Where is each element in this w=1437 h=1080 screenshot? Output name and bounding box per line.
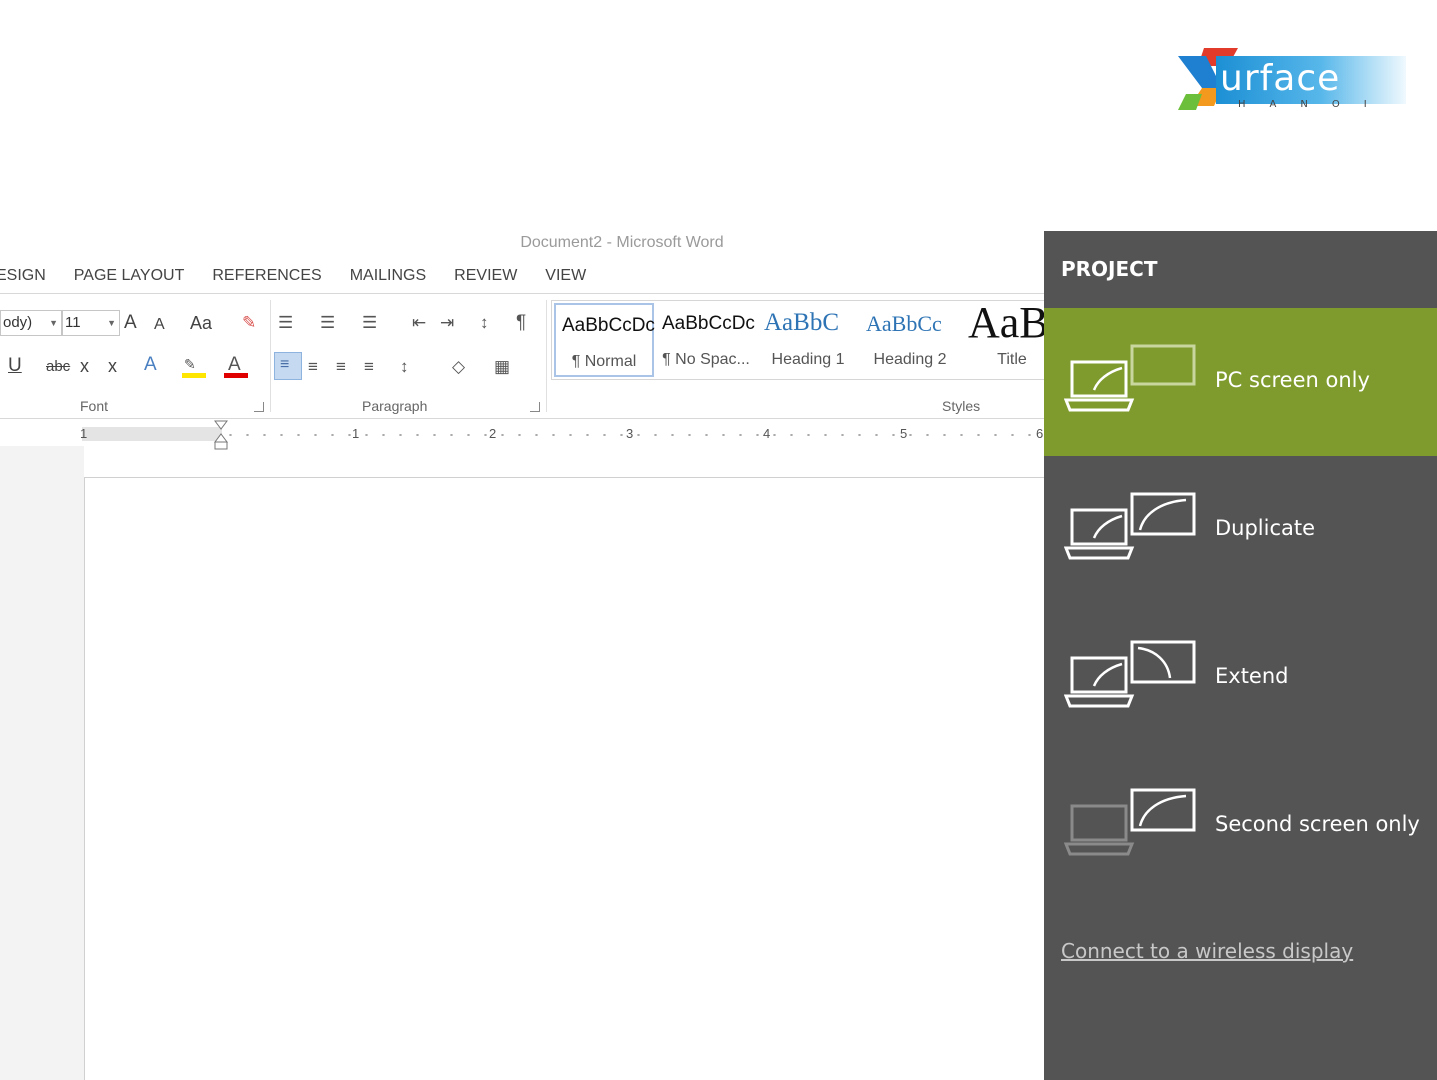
document-page[interactable] [84, 477, 1044, 1080]
option-extend[interactable]: Extend [1044, 604, 1437, 752]
multilevel-list-icon[interactable]: ☰ [362, 313, 377, 333]
strikethrough-button[interactable]: abc [46, 357, 70, 377]
tab-view[interactable]: VIEW [531, 264, 600, 288]
screenshot-stage: urface HANOI Document2 - Microsoft Word … [0, 0, 1437, 1080]
highlight-swatch [182, 373, 206, 378]
shading-icon[interactable]: ◇ [452, 357, 465, 377]
tab-references[interactable]: REFERENCES [198, 264, 335, 288]
style-title[interactable]: AaB Title [962, 298, 1044, 377]
tab-review[interactable]: REVIEW [440, 264, 531, 288]
highlighter-icon: ✎ [184, 356, 196, 372]
option-label: Second screen only [1215, 812, 1420, 836]
logo-text: urface [1220, 58, 1341, 99]
chevron-down-icon: ▼ [49, 318, 58, 328]
horizontal-ruler[interactable]: 1 1 2 3 4 5 6 [0, 420, 1044, 450]
numbering-icon[interactable]: ☰ [320, 313, 335, 333]
style-sample: AaBbCcDc [662, 313, 755, 334]
second-screen-only-icon [1064, 788, 1196, 856]
ruler-mark: 5 [900, 426, 908, 441]
font-dialog-launcher[interactable] [254, 402, 264, 412]
font-group-label: Font [80, 398, 109, 414]
option-label: Extend [1215, 664, 1289, 688]
font-color-button[interactable]: A [224, 354, 248, 378]
ruler-margin-strip [82, 427, 222, 441]
duplicate-icon [1064, 492, 1196, 560]
font-size-value: 11 [65, 314, 81, 331]
style-normal[interactable]: AaBbCcDc ¶ Normal [554, 303, 655, 377]
align-left-button[interactable]: ≡ [274, 352, 302, 380]
font-size-combo[interactable]: 11 ▼ [62, 310, 120, 336]
font-color-swatch [224, 373, 248, 378]
underline-button[interactable]: U [8, 356, 22, 376]
ruler-mark: 1 [80, 426, 88, 441]
align-right-icon[interactable]: ≡ [336, 357, 346, 377]
styles-gallery: AaBbCcDc ¶ Normal AaBbCcDc ¶ No Spac... … [551, 298, 1044, 380]
line-spacing-icon[interactable]: ↕ [400, 357, 409, 377]
word-window: Document2 - Microsoft Word ESIGN PAGE LA… [0, 230, 1044, 1080]
style-name: Title [997, 351, 1027, 368]
style-sample: AaBbCcDc [562, 315, 655, 336]
extend-icon [1064, 640, 1196, 708]
align-center-icon[interactable]: ≡ [308, 357, 318, 377]
option-label: PC screen only [1215, 368, 1370, 392]
ruler-mark: 3 [626, 426, 634, 441]
clear-formatting-icon[interactable]: ✎ [242, 313, 256, 333]
text-effects-icon[interactable]: A [144, 355, 157, 375]
option-second-screen-only[interactable]: Second screen only [1044, 752, 1437, 900]
chevron-down-icon: ▼ [107, 318, 116, 328]
sort-icon[interactable]: ↕ [480, 313, 489, 333]
increase-indent-icon[interactable]: ⇥ [440, 313, 454, 333]
pc-screen-only-icon [1064, 344, 1196, 412]
style-name: Heading 1 [771, 351, 845, 368]
change-case-button[interactable]: Aa [190, 313, 212, 333]
bullets-icon[interactable]: ☰ [278, 313, 293, 333]
style-name: ¶ No Spac... [662, 351, 750, 368]
style-no-spacing[interactable]: AaBbCcDc ¶ No Spac... [656, 303, 756, 377]
ruler-mark: 6 [1036, 426, 1044, 441]
tab-mailings[interactable]: MAILINGS [336, 264, 440, 288]
style-sample: AaBbCc [866, 311, 942, 336]
styles-group-label: Styles [942, 398, 981, 414]
font-name-combo[interactable]: ody) ▼ [0, 310, 62, 336]
grow-font-button[interactable]: A [124, 313, 137, 333]
style-sample: AaB [968, 298, 1044, 347]
surface-hanoi-logo: urface HANOI [1176, 44, 1408, 116]
style-name: ¶ Normal [571, 353, 637, 370]
style-name: Heading 2 [873, 351, 947, 368]
logo-subtext: HANOI [1238, 99, 1391, 110]
indent-marker-icon[interactable] [214, 420, 228, 450]
font-name-value: ody) [3, 314, 33, 331]
tab-page-layout[interactable]: PAGE LAYOUT [60, 264, 199, 288]
group-divider [270, 300, 271, 412]
option-label: Duplicate [1215, 516, 1316, 540]
option-duplicate[interactable]: Duplicate [1044, 456, 1437, 604]
option-pc-screen-only[interactable]: PC screen only [1044, 308, 1437, 456]
justify-icon[interactable]: ≡ [364, 357, 374, 377]
paragraph-dialog-launcher[interactable] [530, 402, 540, 412]
panel-title: PROJECT [1061, 257, 1158, 281]
ruler-mark: 2 [489, 426, 497, 441]
ruler-mark: 4 [763, 426, 771, 441]
connect-wireless-display-link[interactable]: Connect to a wireless display [1061, 939, 1353, 963]
style-heading-2[interactable]: AaBbCc Heading 2 [860, 303, 960, 377]
style-sample: AaBbC [764, 309, 839, 336]
shrink-font-button[interactable]: A [154, 315, 165, 335]
window-title: Document2 - Microsoft Word [520, 234, 724, 251]
ruler-mark: 1 [352, 426, 360, 441]
project-panel: PROJECT PC screen only Duplicate Extend … [1044, 231, 1437, 1080]
ribbon: ody) ▼ 11 ▼ A A Aa ✎ U abc x x A ✎ A Fon… [0, 293, 1044, 419]
superscript-button[interactable]: x [108, 356, 117, 376]
document-gutter [0, 446, 84, 1080]
paragraph-group-label: Paragraph [362, 398, 428, 414]
style-heading-1[interactable]: AaBbC Heading 1 [758, 303, 858, 377]
group-divider [546, 300, 547, 412]
align-left-icon: ≡ [280, 356, 290, 373]
borders-icon[interactable]: ▦ [494, 357, 510, 377]
tab-design[interactable]: ESIGN [0, 264, 60, 288]
subscript-button[interactable]: x [80, 356, 89, 376]
highlight-color-button[interactable]: ✎ [182, 356, 206, 378]
show-formatting-marks-icon[interactable]: ¶ [516, 313, 526, 333]
decrease-indent-icon[interactable]: ⇤ [412, 313, 426, 333]
ribbon-tabs: ESIGN PAGE LAYOUT REFERENCES MAILINGS RE… [0, 264, 600, 288]
